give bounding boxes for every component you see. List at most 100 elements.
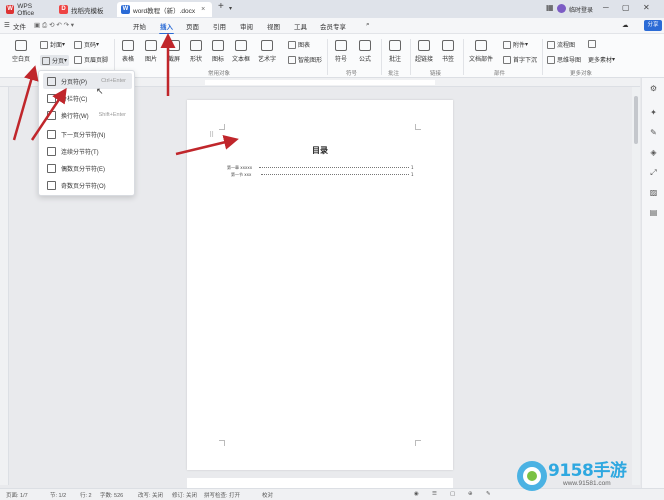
formula-button[interactable]: 公式 xyxy=(354,40,376,63)
doc-parts-button[interactable]: 文档部件 xyxy=(468,40,494,63)
menu-insert[interactable]: 插入 xyxy=(159,21,174,35)
menu-item-even-page-section[interactable]: 偶数页分节符(E) xyxy=(43,160,132,176)
search-icon[interactable]: ⌕ xyxy=(366,21,370,29)
picture-button[interactable]: 图片 xyxy=(140,40,162,63)
group-label: 符号 xyxy=(346,71,358,77)
page-view-icon[interactable]: ▢ xyxy=(450,491,455,497)
doc-icon[interactable]: ▤ xyxy=(649,208,658,217)
toc-leader xyxy=(261,172,409,175)
attachment-button[interactable]: 附件 ▾ xyxy=(503,40,528,49)
margin-mark xyxy=(219,124,225,130)
divider xyxy=(542,39,543,75)
grid-icon[interactable]: ▦ xyxy=(546,3,554,12)
vertical-scrollbar[interactable] xyxy=(632,87,640,485)
menu-item-continuous-section[interactable]: 连续分节符(T) xyxy=(43,143,132,159)
table-button[interactable]: 表格 xyxy=(117,40,139,63)
document-page-next[interactable] xyxy=(187,478,453,488)
mindmap-button[interactable]: 思维导图 xyxy=(547,55,581,64)
status-words[interactable]: 字数: 526 xyxy=(100,491,123,499)
menu-item-odd-page-section[interactable]: 奇数页分节符(O) xyxy=(43,177,132,193)
comment-button[interactable]: 批注 xyxy=(384,40,406,63)
blank-page-button[interactable]: 空白页 xyxy=(10,40,32,63)
resize-icon[interactable]: ⤢ xyxy=(649,168,658,177)
wordart-button[interactable]: 艺术字 xyxy=(256,40,278,63)
cloud-icon[interactable]: ☁ xyxy=(622,21,629,29)
web-view-icon[interactable]: ⊕ xyxy=(468,491,473,497)
edit-icon[interactable]: ✎ xyxy=(486,491,491,497)
menu-reference[interactable]: 引用 xyxy=(213,21,226,31)
hyperlink-button[interactable]: 超链接 xyxy=(413,40,435,63)
pen-icon[interactable]: ✎ xyxy=(649,128,658,137)
chart-button[interactable]: 图表 xyxy=(288,40,310,49)
flowchart-button[interactable]: 流程图 xyxy=(547,40,575,49)
picture-icon xyxy=(145,40,157,51)
more-material-button[interactable] xyxy=(588,40,598,48)
cover-button[interactable]: 封面 ▾ xyxy=(40,40,65,49)
shape-icon xyxy=(190,40,202,51)
even-page-section-icon xyxy=(47,163,56,173)
group-label: 批注 xyxy=(388,71,400,77)
status-track[interactable]: 修订: 关闭 xyxy=(172,491,197,499)
toc-entry-label[interactable]: 第一章 xxxxx xyxy=(227,165,252,171)
more-material-label[interactable]: 更多素材 ▾ xyxy=(588,55,615,64)
toc-entry-page: 1 xyxy=(411,172,414,177)
symbol-button[interactable]: 符号 xyxy=(330,40,352,63)
status-proofread[interactable]: 校对 xyxy=(262,491,273,499)
status-page[interactable]: 页面: 1/7 xyxy=(6,491,28,499)
menu-file[interactable]: 文件 xyxy=(13,21,26,31)
section-break-button[interactable]: 分页 ▾ xyxy=(40,55,70,66)
new-tab-button[interactable]: + xyxy=(218,1,224,12)
smart-shape-button[interactable]: 智能图形 xyxy=(288,55,322,64)
eye-icon[interactable]: ◉ xyxy=(414,491,419,497)
menu-page[interactable]: 页面 xyxy=(186,21,199,31)
toc-entry-label[interactable]: 第一节 xxx xyxy=(231,172,251,178)
menu-item-line-break[interactable]: 换行符(W) Shift+Enter xyxy=(43,107,132,123)
status-revision[interactable]: 改写: 关闭 xyxy=(138,491,163,499)
line-break-icon xyxy=(47,110,56,120)
minimize-icon[interactable]: ─ xyxy=(603,3,609,12)
docer-logo-icon: D xyxy=(59,5,68,14)
login-label[interactable]: 临时登录 xyxy=(569,5,593,14)
shape-button[interactable]: 形状 xyxy=(185,40,207,63)
divider xyxy=(463,39,464,75)
chevron-down-icon[interactable]: ▾ xyxy=(229,5,232,12)
icon-button[interactable]: 图标 xyxy=(207,40,229,63)
maximize-icon[interactable]: ▢ xyxy=(622,3,630,12)
tab-document[interactable]: W word教程（新）.docx × xyxy=(117,2,212,17)
close-window-icon[interactable]: ✕ xyxy=(643,3,650,12)
dropcap-button[interactable]: 首字下沉 xyxy=(503,55,537,64)
ai-icon[interactable]: ✦ xyxy=(649,108,658,117)
menu-tools[interactable]: 工具 xyxy=(294,21,307,31)
hamburger-icon[interactable]: ☰ xyxy=(4,21,10,29)
status-spell[interactable]: 拼写检查: 打开 xyxy=(204,491,240,499)
menu-item-page-break[interactable]: 分页符(P) Ctrl+Enter xyxy=(43,73,132,89)
bookmark-button[interactable]: 书签 xyxy=(437,40,459,63)
page-code-button[interactable]: 页码 ▾ xyxy=(74,40,99,49)
header-footer-button[interactable]: 页眉页脚 xyxy=(74,55,108,64)
document-page[interactable]: ⠿ 目录 第一章 xxxxx 1 第一节 xxx 1 xyxy=(187,100,453,470)
toolbar-quick-icons[interactable]: ▣ ⎙ ⟲ ↶ ↷ ▾ xyxy=(34,21,74,30)
drag-handle-icon[interactable]: ⠿ xyxy=(209,131,214,139)
close-tab-icon[interactable]: × xyxy=(201,6,205,13)
shapes-icon[interactable]: ◈ xyxy=(649,148,658,157)
menu-view[interactable]: 视图 xyxy=(267,21,280,31)
scrollbar-thumb[interactable] xyxy=(634,96,638,144)
menu-item-next-page-section[interactable]: 下一页分节符(N) xyxy=(43,126,132,142)
tab-label: word教程（新）.docx xyxy=(133,7,196,15)
image-icon[interactable]: ▨ xyxy=(649,188,658,197)
tab-docer-templates[interactable]: D 找稻壳模板 xyxy=(55,2,115,17)
toc-leader xyxy=(259,165,409,168)
comment-icon xyxy=(389,40,401,51)
settings-icon[interactable]: ⚙ xyxy=(649,84,658,93)
menu-home[interactable]: 开始 xyxy=(133,21,146,31)
avatar[interactable] xyxy=(557,4,566,13)
screenshot-button[interactable]: 截屏 xyxy=(163,40,185,63)
tab-wps-office[interactable]: W WPS Office xyxy=(2,2,52,17)
vertical-ruler[interactable] xyxy=(0,87,9,485)
outline-icon[interactable]: ☰ xyxy=(432,491,437,497)
menu-item-column-break[interactable]: 分栏符(C) xyxy=(43,90,132,106)
share-button[interactable]: 分享 xyxy=(644,20,662,31)
menu-member[interactable]: 会员专享 xyxy=(320,21,346,31)
menu-review[interactable]: 审阅 xyxy=(240,21,253,31)
textbox-button[interactable]: 文本框 xyxy=(230,40,252,63)
